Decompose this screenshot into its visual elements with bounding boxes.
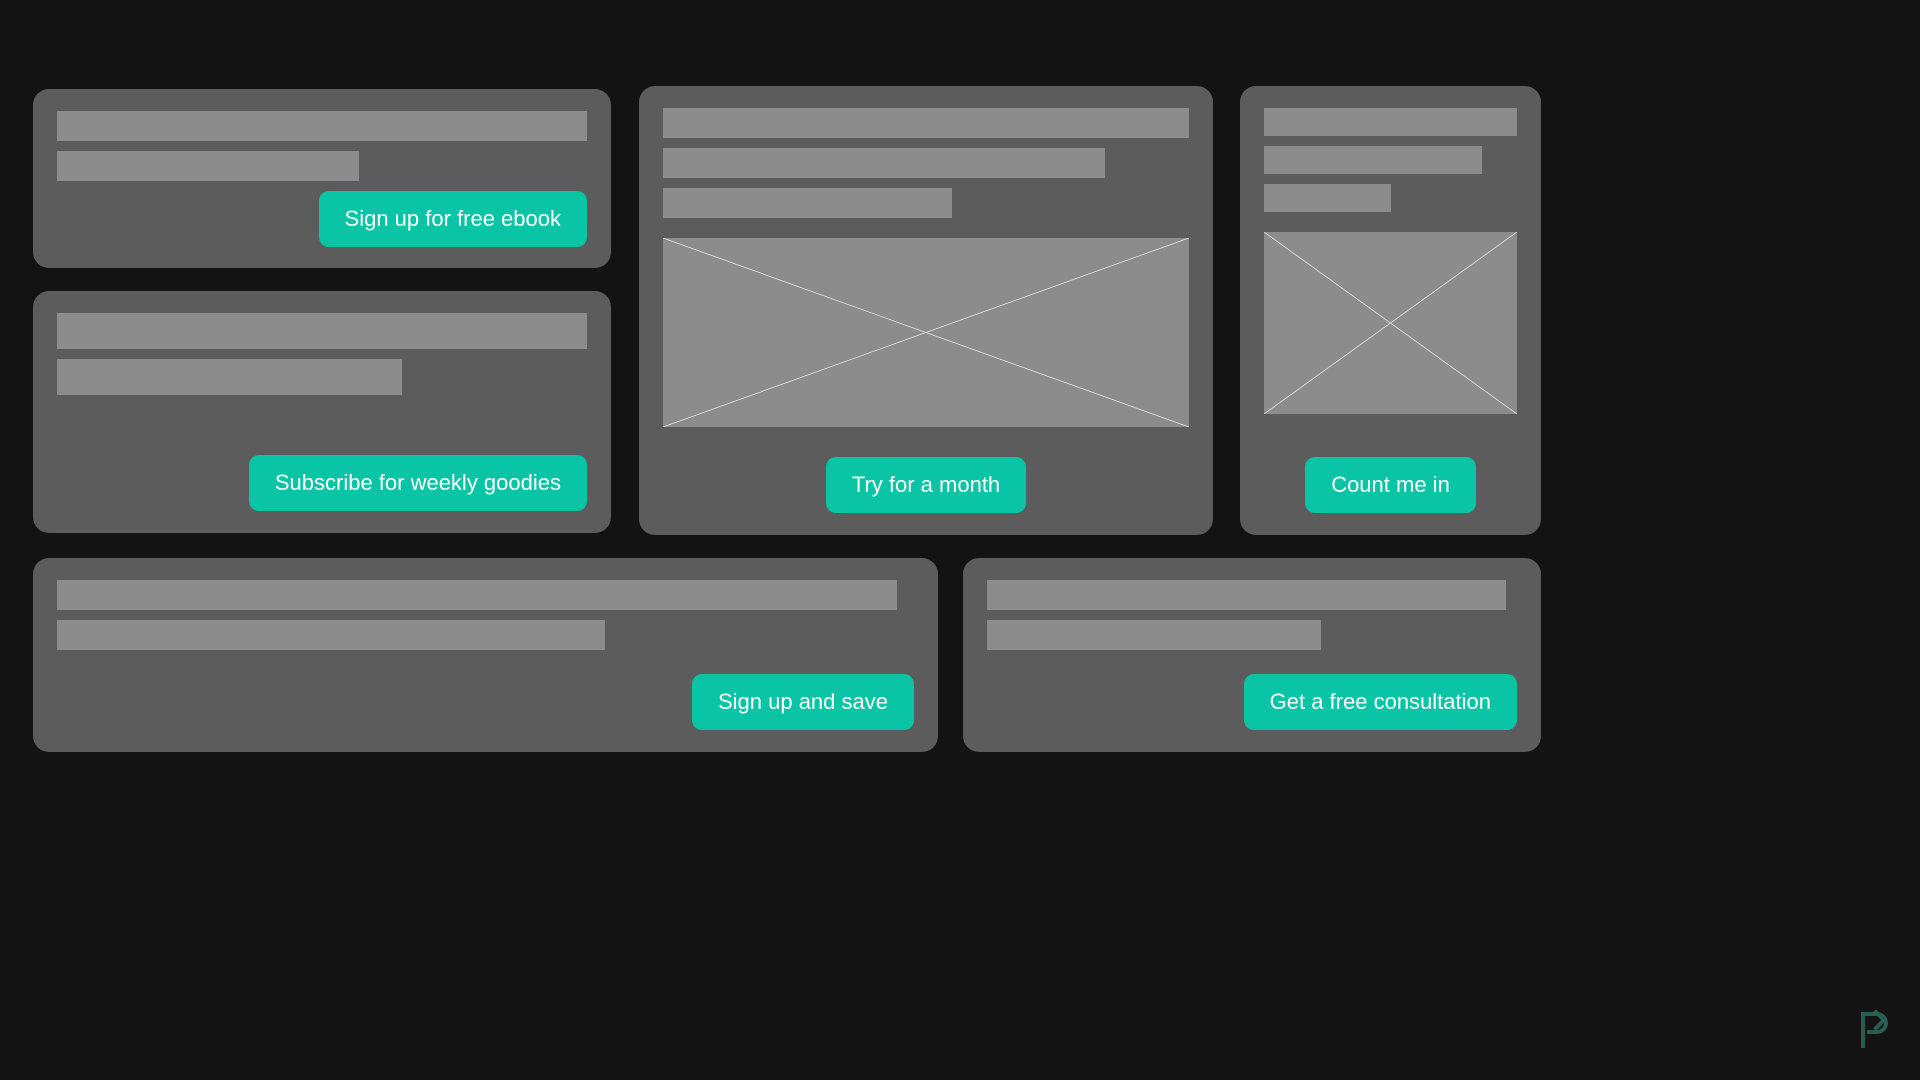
detail-placeholder-bar (1264, 184, 1391, 212)
consultation-card: Get a free consultation (963, 558, 1541, 752)
p-arrow-logo-icon (1858, 1009, 1892, 1048)
card-content: Sign up for free ebook (33, 89, 611, 268)
trial-offer-card: Try for a month (639, 86, 1213, 535)
cta-row: Try for a month (663, 457, 1189, 513)
headline-placeholder-bar (987, 580, 1507, 610)
cta-row: Subscribe for weekly goodies (57, 455, 587, 511)
headline-placeholder-bar (57, 580, 897, 610)
newsletter-subscribe-card: Subscribe for weekly goodies (33, 291, 611, 533)
ebook-signup-card: Sign up for free ebook (33, 89, 611, 268)
subtext-placeholder-bar (57, 359, 402, 395)
count-me-in-button[interactable]: Count me in (1305, 457, 1476, 513)
subtext-placeholder-bar (1264, 146, 1482, 174)
detail-placeholder-bar (663, 188, 953, 218)
image-placeholder (663, 238, 1189, 427)
wireframe-canvas: Sign up for free ebook Subscribe for wee… (0, 0, 1920, 1080)
subtext-placeholder-bar (663, 148, 1105, 178)
subtext-placeholder-bar (57, 620, 606, 650)
card-content: Get a free consultation (963, 558, 1541, 752)
card-content: Try for a month (639, 86, 1213, 535)
headline-placeholder-bar (663, 108, 1189, 138)
signup-free-ebook-button[interactable]: Sign up for free ebook (318, 191, 587, 247)
headline-placeholder-bar (57, 111, 587, 141)
try-for-a-month-button[interactable]: Try for a month (825, 457, 1027, 513)
get-free-consultation-button[interactable]: Get a free consultation (1243, 674, 1517, 730)
subscribe-weekly-goodies-button[interactable]: Subscribe for weekly goodies (248, 455, 587, 511)
cta-row: Get a free consultation (987, 674, 1517, 730)
signup-and-save-button[interactable]: Sign up and save (691, 674, 914, 730)
membership-signup-card: Count me in (1240, 86, 1541, 535)
card-content: Count me in (1240, 86, 1541, 535)
headline-placeholder-bar (1264, 108, 1517, 136)
subtext-placeholder-bar (57, 151, 360, 181)
cta-row: Sign up and save (57, 674, 914, 730)
savings-signup-card: Sign up and save (33, 558, 938, 752)
image-placeholder (1264, 232, 1517, 414)
cta-row: Count me in (1264, 457, 1517, 513)
card-content: Subscribe for weekly goodies (33, 291, 611, 533)
headline-placeholder-bar (57, 313, 587, 349)
cta-row: Sign up for free ebook (57, 191, 587, 247)
subtext-placeholder-bar (987, 620, 1321, 650)
card-content: Sign up and save (33, 558, 938, 752)
